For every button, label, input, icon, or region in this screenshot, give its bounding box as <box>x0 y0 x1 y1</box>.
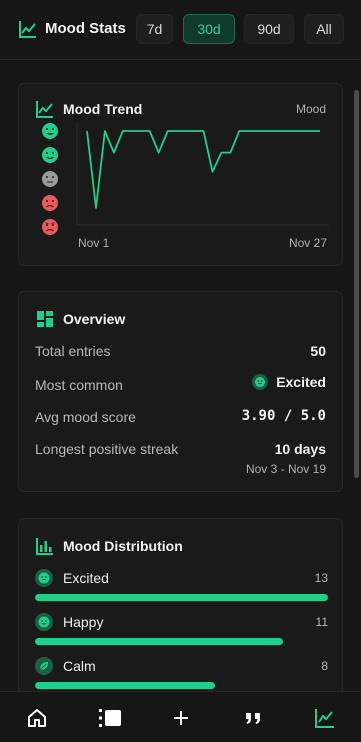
distribution-name: Calm <box>63 658 96 674</box>
distribution-item-excited: Excited 13 <box>35 569 328 610</box>
dashboard-grid-icon <box>37 311 53 327</box>
happy-face-icon <box>35 613 53 631</box>
plot-axes <box>76 122 329 226</box>
mood-distribution-card: Mood Distribution Excited 13 Happy 11 Ca… <box>18 518 343 691</box>
neutral-face-icon <box>42 171 58 187</box>
mood-stats-screen: Mood Stats 7d 30d 90d All Mood Trend Moo… <box>0 0 361 742</box>
mood-trend-line <box>86 130 320 209</box>
home-icon[interactable] <box>25 706 49 730</box>
distribution-count: 8 <box>321 659 328 673</box>
streak-value: 10 days <box>274 441 326 457</box>
bottom-nav <box>0 691 361 742</box>
streak-label: Longest positive streak <box>35 441 179 457</box>
quote-icon[interactable] <box>241 706 265 730</box>
distribution-bar <box>35 594 328 601</box>
distribution-title: Mood Distribution <box>63 538 183 554</box>
bar-chart-icon <box>36 538 53 555</box>
total-entries-label: Total entries <box>35 343 111 359</box>
page-title: Mood Stats <box>45 20 126 37</box>
most-common-label: Most common <box>35 377 123 393</box>
x-tick-end: Nov 27 <box>288 236 327 250</box>
x-tick-start: Nov 1 <box>78 236 110 250</box>
distribution-bar-track <box>35 638 328 645</box>
leaf-icon <box>35 657 53 675</box>
add-icon[interactable] <box>169 706 193 730</box>
excited-face-icon <box>42 123 58 139</box>
stats-chart-icon[interactable] <box>313 706 337 730</box>
excited-face-icon <box>252 374 269 390</box>
mood-trend-series <box>86 130 321 209</box>
happy-face-icon <box>42 147 58 163</box>
scrollbar-thumb[interactable] <box>354 90 359 478</box>
angry-face-icon <box>42 219 58 235</box>
distribution-bar <box>35 638 283 645</box>
distribution-name: Excited <box>63 570 109 586</box>
range-7d-button[interactable]: 7d <box>136 14 173 44</box>
stats-scroll-area[interactable]: Mood Trend Mood Nov 1 Nov 27 Overview To… <box>0 60 361 691</box>
mood-trend-card: Mood Trend Mood Nov 1 Nov 27 <box>18 83 343 266</box>
avg-mood-label: Avg mood score <box>35 409 136 425</box>
distribution-name: Happy <box>63 614 104 630</box>
distribution-bar-track <box>35 594 328 601</box>
distribution-bar <box>35 682 216 689</box>
most-common-value: Excited <box>252 374 326 390</box>
distribution-item-happy: Happy 11 <box>35 613 328 654</box>
avg-mood-value: 3.90 / 5.0 <box>241 408 326 424</box>
streak-date-range: Nov 3 - Nov 19 <box>245 462 326 476</box>
total-entries-value: 50 <box>310 343 326 359</box>
distribution-bar-track <box>35 682 328 689</box>
distribution-count: 11 <box>315 615 328 629</box>
range-90d-button[interactable]: 90d <box>244 14 294 44</box>
chart-logo-icon <box>19 21 36 38</box>
range-all-button[interactable]: All <box>304 14 344 44</box>
overview-title: Overview <box>63 311 126 327</box>
top-bar: Mood Stats 7d 30d 90d All <box>0 0 361 60</box>
range-30d-button[interactable]: 30d <box>183 14 235 44</box>
excited-face-icon <box>35 569 53 587</box>
entries-icon[interactable] <box>98 706 122 730</box>
overview-card: Overview Total entries 50 Most common Ex… <box>18 291 343 492</box>
sad-face-icon <box>42 195 58 211</box>
distribution-count: 13 <box>314 571 328 585</box>
most-common-mood: Excited <box>276 374 326 390</box>
distribution-item-calm: Calm 8 <box>35 657 328 691</box>
